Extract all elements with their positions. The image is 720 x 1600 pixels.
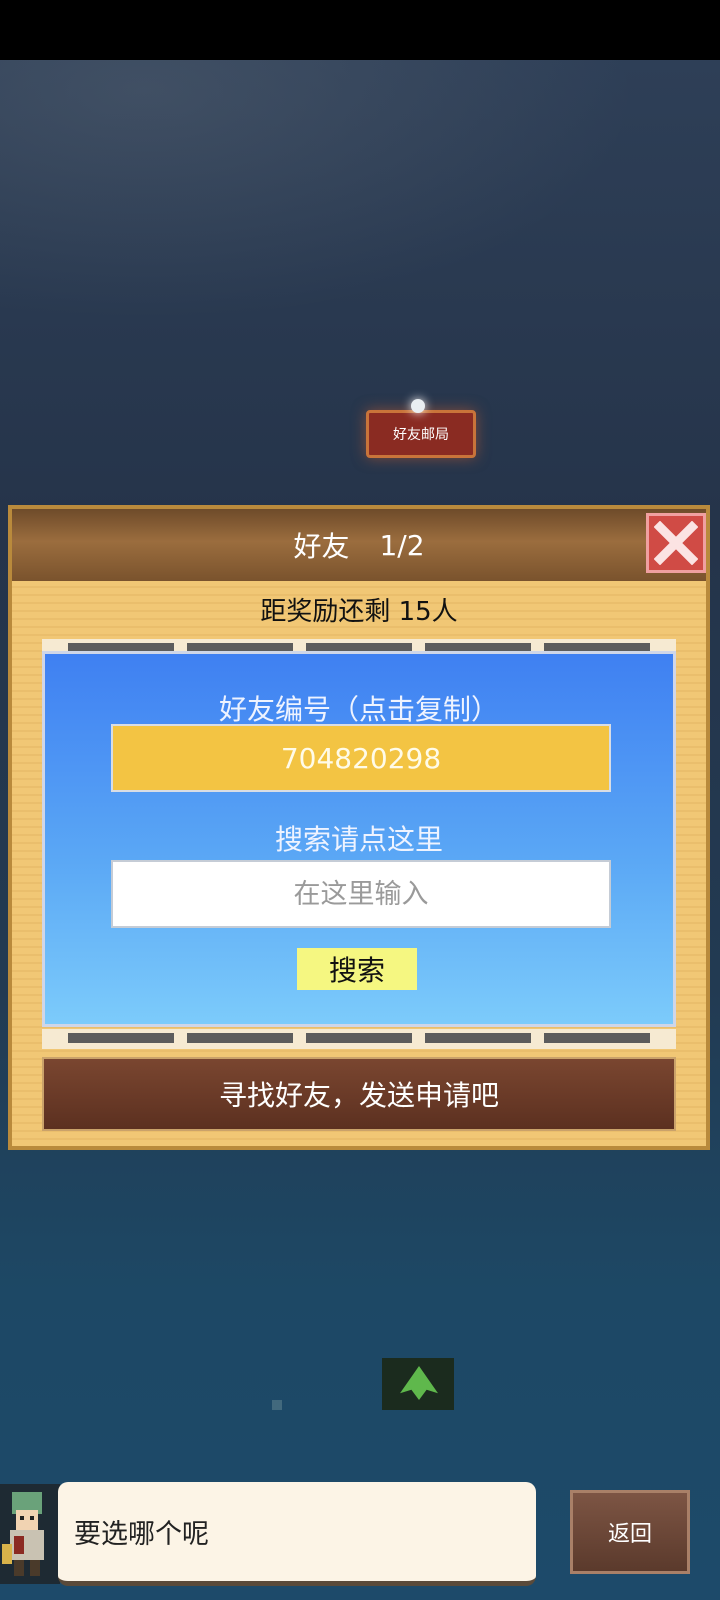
character-avatar-icon [0, 1484, 60, 1584]
friend-slots-bottom [42, 1033, 676, 1043]
close-icon [654, 521, 698, 565]
friend-slot[interactable] [306, 1033, 412, 1043]
status-bar [0, 0, 720, 60]
close-button[interactable] [646, 513, 706, 573]
friend-search-panel: 好友编号（点击复制） 704820298 搜索请点这里 搜索 [42, 651, 676, 1027]
friend-id-value: 704820298 [280, 741, 442, 775]
friend-slot[interactable] [187, 1033, 293, 1043]
reward-remaining-text: 距奖励还剩 15人 [260, 597, 458, 627]
back-button[interactable]: 返回 [570, 1490, 690, 1574]
page-indicator: 1/2 [379, 528, 425, 562]
dialog-header: 好友 1/2 [12, 509, 706, 581]
friend-id-copy-button[interactable]: 704820298 [111, 724, 611, 792]
dialog-title: 好友 [293, 530, 350, 563]
friend-slot[interactable] [68, 1033, 174, 1043]
friend-search-input[interactable] [111, 860, 611, 928]
building-label: 好友邮局 [393, 427, 449, 443]
search-label: 搜索请点这里 [274, 823, 443, 856]
friend-slot[interactable] [544, 1033, 650, 1043]
find-friends-hint: 寻找好友，发送申请吧 [42, 1057, 676, 1131]
lamp-icon [411, 399, 425, 413]
friend-id-label: 好友编号（点击复制） [218, 693, 499, 726]
speech-text: 要选哪个呢 [74, 1519, 209, 1550]
speech-bubble: 要选哪个呢 [58, 1482, 536, 1586]
friends-dialog: 好友 1/2 距奖励还剩 15人 好友编号（点击复制） 704820298 搜索… [8, 505, 710, 1150]
map-decoration [272, 1400, 282, 1410]
friend-post-office-building[interactable]: 好友邮局 [366, 399, 476, 458]
search-button[interactable]: 搜索 [297, 948, 417, 990]
tree-icon [400, 1366, 438, 1400]
map-sprite [382, 1358, 454, 1410]
friend-slot[interactable] [425, 1033, 531, 1043]
